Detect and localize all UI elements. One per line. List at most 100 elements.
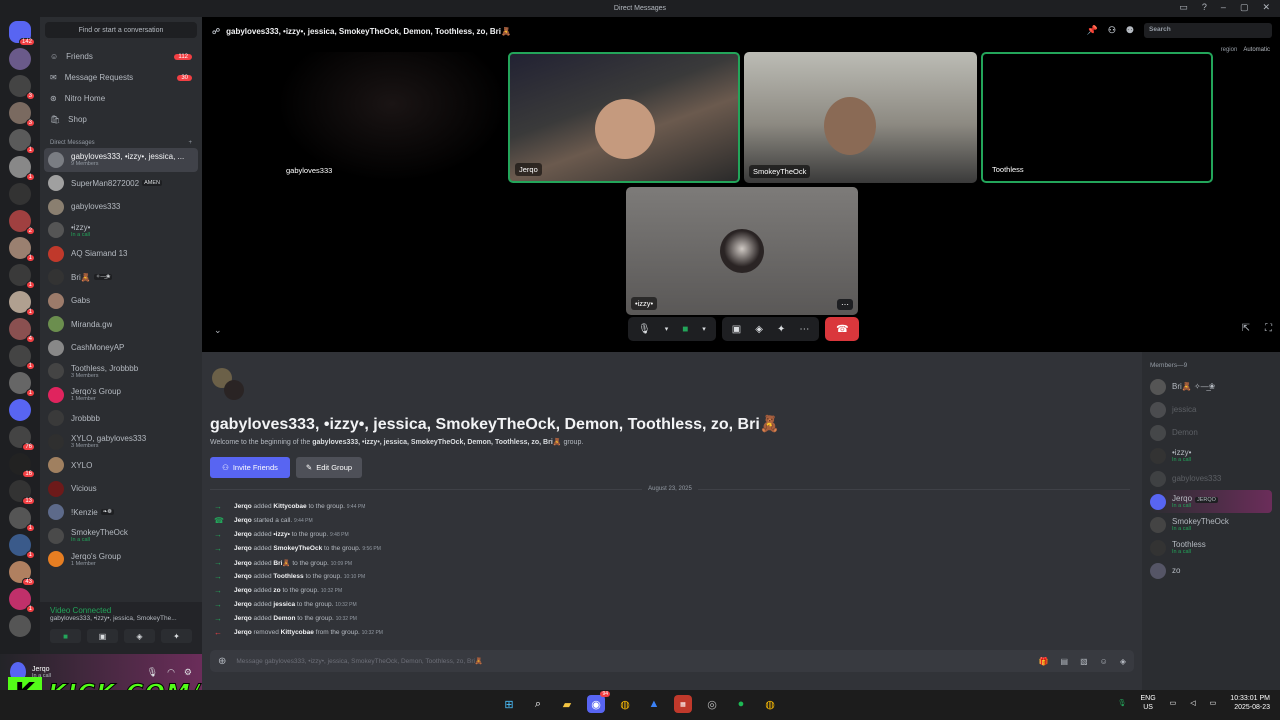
gift-icon[interactable]: 🎁 — [1039, 657, 1049, 666]
server-icon[interactable]: 43 — [9, 561, 35, 586]
camera-icon[interactable]: ■ — [50, 629, 81, 643]
dm-item[interactable]: SmokeyTheOck In a call — [40, 524, 202, 548]
volume-icon[interactable]: ◁ — [1190, 699, 1195, 707]
nav-item-shop[interactable]: 🛍 Shop — [40, 109, 202, 130]
dm-item[interactable]: XYLO — [40, 454, 202, 478]
dm-item[interactable]: Jerqo's Group 1 Member — [40, 383, 202, 407]
dm-item[interactable]: Miranda.gw — [40, 313, 202, 337]
invite-friends-button[interactable]: ⚇ Invite Friends — [210, 457, 290, 478]
fullscreen-icon[interactable]: ⛶ — [1265, 323, 1272, 334]
message-actor[interactable]: Jerqo — [234, 560, 252, 567]
member-item[interactable]: SmokeyTheOck In a call — [1150, 513, 1272, 536]
message-actor[interactable]: Jerqo — [234, 629, 252, 636]
video-tile[interactable]: gabyloves333 — [277, 52, 507, 182]
message-actor[interactable]: Jerqo — [234, 573, 252, 580]
battery-icon[interactable]: ▭ — [1210, 699, 1217, 707]
dm-item[interactable]: XYLO, gabyloves333 3 Members — [40, 430, 202, 454]
members-icon[interactable]: ⚉ — [1126, 25, 1134, 36]
member-item[interactable]: jessica — [1150, 398, 1272, 421]
message-target[interactable]: Bri🧸 — [273, 560, 290, 567]
more-options-icon[interactable]: ⋯ — [837, 299, 853, 310]
collapse-chevron-icon[interactable]: ⌄ — [214, 325, 222, 336]
screen-share-icon[interactable]: ▣ — [732, 324, 741, 335]
nav-item-friends[interactable]: ☺ Friends 112 — [40, 46, 202, 67]
maximize-button[interactable]: ▢ — [1240, 2, 1249, 13]
message-actor[interactable]: Jerqo — [234, 587, 252, 594]
dm-item[interactable]: Vicious — [40, 477, 202, 501]
app-icon[interactable]: ▲ — [645, 695, 663, 713]
member-item[interactable]: gabyloves333 — [1150, 467, 1272, 490]
server-icon[interactable] — [9, 399, 31, 421]
server-icon[interactable]: 1 — [9, 588, 35, 613]
server-icon[interactable]: 1 — [9, 291, 35, 316]
member-item[interactable]: Demon — [1150, 421, 1272, 444]
chrome-icon[interactable]: ◍ — [616, 695, 634, 713]
chevron-down-icon[interactable]: ▾ — [665, 325, 669, 333]
member-item[interactable]: Jerqo JERQO In a call — [1150, 490, 1272, 513]
camera-icon[interactable]: ■ — [682, 324, 688, 335]
server-icon[interactable]: 2 — [9, 210, 35, 235]
obs-icon[interactable]: ◎ — [703, 695, 721, 713]
more-icon[interactable]: ⋯ — [799, 324, 809, 335]
server-icon[interactable]: 13 — [9, 480, 35, 505]
new-dm-icon[interactable]: + — [188, 140, 192, 146]
server-icon[interactable]: 3 — [9, 75, 35, 100]
disconnect-button[interactable]: ☎ — [825, 317, 860, 341]
dm-item[interactable]: Jerqo's Group 1 Member — [40, 548, 202, 572]
message-actor[interactable]: Jerqo — [234, 545, 252, 552]
help-icon[interactable]: ? — [1202, 2, 1207, 13]
activity-icon[interactable]: ◈ — [124, 629, 155, 643]
attach-plus-icon[interactable]: ⊕ — [218, 656, 226, 667]
member-item[interactable]: •izzy• In a call — [1150, 444, 1272, 467]
chevron-down-icon[interactable]: ▾ — [702, 325, 706, 333]
dm-item[interactable]: gabyloves333, •izzy•, jessica, ... 9 Memb… — [44, 148, 198, 172]
message-actor[interactable]: Jerqo — [234, 503, 252, 510]
message-target[interactable]: jessica — [273, 601, 295, 608]
server-icon[interactable]: 1 — [9, 345, 35, 370]
member-item[interactable]: Toothless In a call — [1150, 536, 1272, 559]
find-conversation-input[interactable]: Find or start a conversation — [45, 22, 197, 38]
start-icon[interactable]: ⊞ — [500, 695, 518, 713]
message-target[interactable]: Kittycobae — [273, 503, 306, 510]
discord-icon[interactable]: ◉ 94 — [587, 691, 610, 713]
dm-item[interactable]: Jrobbbb — [40, 407, 202, 431]
server-icon[interactable]: 3 — [9, 102, 35, 127]
video-tile[interactable]: Jerqo — [508, 52, 740, 183]
nav-item-nitro-home[interactable]: ⊛ Nitro Home — [40, 88, 202, 109]
close-button[interactable]: ✕ — [1262, 2, 1270, 13]
message-target[interactable]: Demon — [273, 615, 295, 622]
pin-icon[interactable]: 📌 — [1087, 25, 1098, 36]
add-member-icon[interactable]: ⚇ — [1108, 25, 1116, 36]
message-actor[interactable]: Jerqo — [234, 601, 252, 608]
dm-item[interactable]: !Kenzie ❧❁ — [40, 501, 202, 525]
server-icon[interactable] — [9, 48, 31, 70]
dm-item[interactable]: CashMoneyAP — [40, 336, 202, 360]
message-target[interactable]: zo — [273, 587, 280, 594]
server-icon[interactable]: 1 — [9, 264, 35, 289]
message-composer[interactable]: ⊕ Message gabyloves333, •izzy•, jessica,… — [210, 650, 1134, 672]
message-target[interactable]: •izzy• — [273, 531, 289, 538]
message-target[interactable]: Kittycobae — [281, 629, 314, 636]
gif-icon[interactable]: ▤ — [1061, 657, 1069, 666]
popout-icon[interactable]: ⇱ — [1242, 323, 1250, 334]
video-tile[interactable]: Toothless — [981, 52, 1213, 183]
inbox-icon[interactable]: ▭ — [1179, 2, 1188, 13]
network-icon[interactable]: ▭ — [1170, 699, 1177, 707]
server-icon[interactable] — [9, 183, 31, 205]
clock-time[interactable]: 10:33:01 PM — [1230, 694, 1270, 703]
search-icon[interactable]: ⌕ — [529, 695, 547, 713]
chrome-icon[interactable]: ◍ — [761, 695, 779, 713]
video-tile[interactable]: •izzy• ⋯ — [626, 187, 858, 315]
voice-channel[interactable]: gabyloves333, •izzy•, jessica, SmokeyThe… — [50, 615, 190, 622]
dm-item[interactable]: Toothless, Jrobbbb 3 Members — [40, 360, 202, 384]
server-icon[interactable]: 4 — [9, 318, 35, 343]
server-icon[interactable]: 1 — [9, 372, 35, 397]
server-icon[interactable]: 16 — [9, 453, 35, 478]
server-icon[interactable]: 1 — [9, 156, 35, 181]
nav-item-message-requests[interactable]: ✉ Message Requests 30 — [40, 67, 202, 88]
apps-icon[interactable]: ◈ — [1120, 657, 1126, 666]
spotify-icon[interactable]: ● — [732, 695, 750, 713]
clock-date[interactable]: 2025-08-23 — [1230, 703, 1270, 712]
screen-share-icon[interactable]: ▣ — [87, 629, 118, 643]
emoji-icon[interactable]: ☺ — [1100, 657, 1108, 666]
